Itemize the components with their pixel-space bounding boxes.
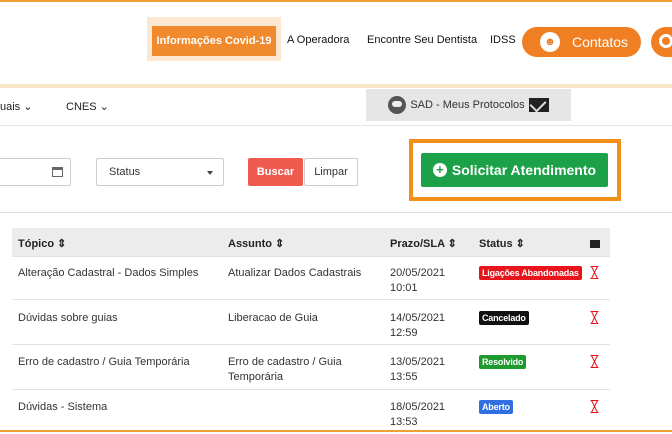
row-divider: [12, 344, 610, 345]
submenu-manuais[interactable]: uais ⌄: [0, 100, 32, 113]
cell-assunto: Liberacao de Guia: [228, 312, 318, 324]
row-divider: [12, 299, 610, 300]
cell-prazo-time: 10:01: [390, 282, 418, 294]
envelope-icon: [528, 98, 549, 112]
hourglass-icon[interactable]: [590, 355, 599, 368]
limpar-button[interactable]: Limpar: [304, 158, 358, 186]
submenu-manuais-label: uais: [0, 101, 21, 113]
cell-assunto-line2: Temporária: [228, 371, 284, 383]
headset-icon: ☻: [540, 32, 560, 52]
caret-down-icon: [207, 171, 213, 175]
calendar-icon[interactable]: [52, 167, 63, 177]
column-header-assunto[interactable]: Assunto ⇕: [228, 237, 284, 250]
plus-circle-icon: +: [432, 163, 447, 177]
window-bottom-border: [0, 430, 672, 432]
column-header-status[interactable]: Status ⇕: [479, 237, 525, 250]
submenu-cnes-label: CNES: [66, 101, 97, 113]
cell-topico: Alteração Cadastral - Dados Simples: [18, 267, 199, 279]
row-divider: [12, 389, 610, 390]
hourglass-icon[interactable]: [590, 400, 599, 413]
hourglass-icon[interactable]: [590, 311, 599, 324]
cell-prazo-date: 14/05/2021: [390, 312, 446, 324]
status-select-label: Status: [109, 166, 141, 178]
status-select[interactable]: Status: [96, 158, 224, 186]
header-divider: [0, 84, 672, 88]
nav-dentista-link[interactable]: Encontre Seu Dentista: [367, 34, 477, 46]
cell-prazo-time: 13:53: [390, 416, 418, 428]
nav-operadora-link[interactable]: A Operadora: [287, 34, 349, 46]
status-badge: Ligações Abandonadas: [479, 266, 582, 280]
row-divider: [12, 256, 610, 257]
cell-prazo-date: 18/05/2021: [390, 401, 446, 413]
nav-contatos-button[interactable]: ☻ Contatos: [522, 27, 641, 57]
solicitar-atendimento-label: Solicitar Atendimento: [451, 162, 597, 178]
column-header-prazo[interactable]: Prazo/SLA ⇕: [390, 237, 457, 250]
buscar-button[interactable]: Buscar: [248, 158, 303, 186]
submenu-cnes[interactable]: CNES ⌄: [66, 100, 109, 113]
submenu-divider: [0, 125, 672, 126]
cell-topico: Dúvidas sobre guias: [18, 312, 118, 324]
status-badge: Resolvido: [479, 355, 527, 369]
filter-divider: [0, 212, 672, 213]
cell-prazo-time: 13:55: [390, 371, 418, 383]
nav-contatos-label: Contatos: [572, 34, 629, 50]
sad-protocolos-tab[interactable]: SAD - Meus Protocolos: [366, 89, 571, 121]
envelope-icon: [590, 240, 600, 248]
sad-protocolos-label: SAD - Meus Protocolos: [410, 99, 525, 111]
cell-prazo-time: 12:59: [390, 327, 418, 339]
operator-avatar-icon: [388, 96, 407, 114]
nav-covid-link[interactable]: Informações Covid-19: [152, 26, 276, 56]
status-badge: Aberto: [479, 400, 513, 414]
solicitar-atendimento-button[interactable]: + Solicitar Atendimento: [421, 153, 608, 187]
chevron-down-icon: ⌄: [23, 101, 33, 113]
cell-assunto: Erro de cadastro / Guia: [228, 356, 342, 368]
status-badge: Cancelado: [479, 311, 529, 325]
cell-topico: Erro de cadastro / Guia Temporária: [18, 356, 190, 368]
cell-prazo-date: 13/05/2021: [390, 356, 446, 368]
cell-assunto: Atualizar Dados Cadastrais: [228, 267, 362, 279]
cell-prazo-date: 20/05/2021: [390, 267, 446, 279]
cell-topico: Dúvidas - Sistema: [18, 401, 108, 413]
column-header-topico[interactable]: Tópico ⇕: [18, 237, 66, 250]
nav-idss-link[interactable]: IDSS: [490, 34, 516, 46]
search-icon: [659, 34, 672, 48]
chevron-down-icon: ⌄: [99, 101, 109, 113]
hourglass-icon[interactable]: [590, 266, 599, 279]
